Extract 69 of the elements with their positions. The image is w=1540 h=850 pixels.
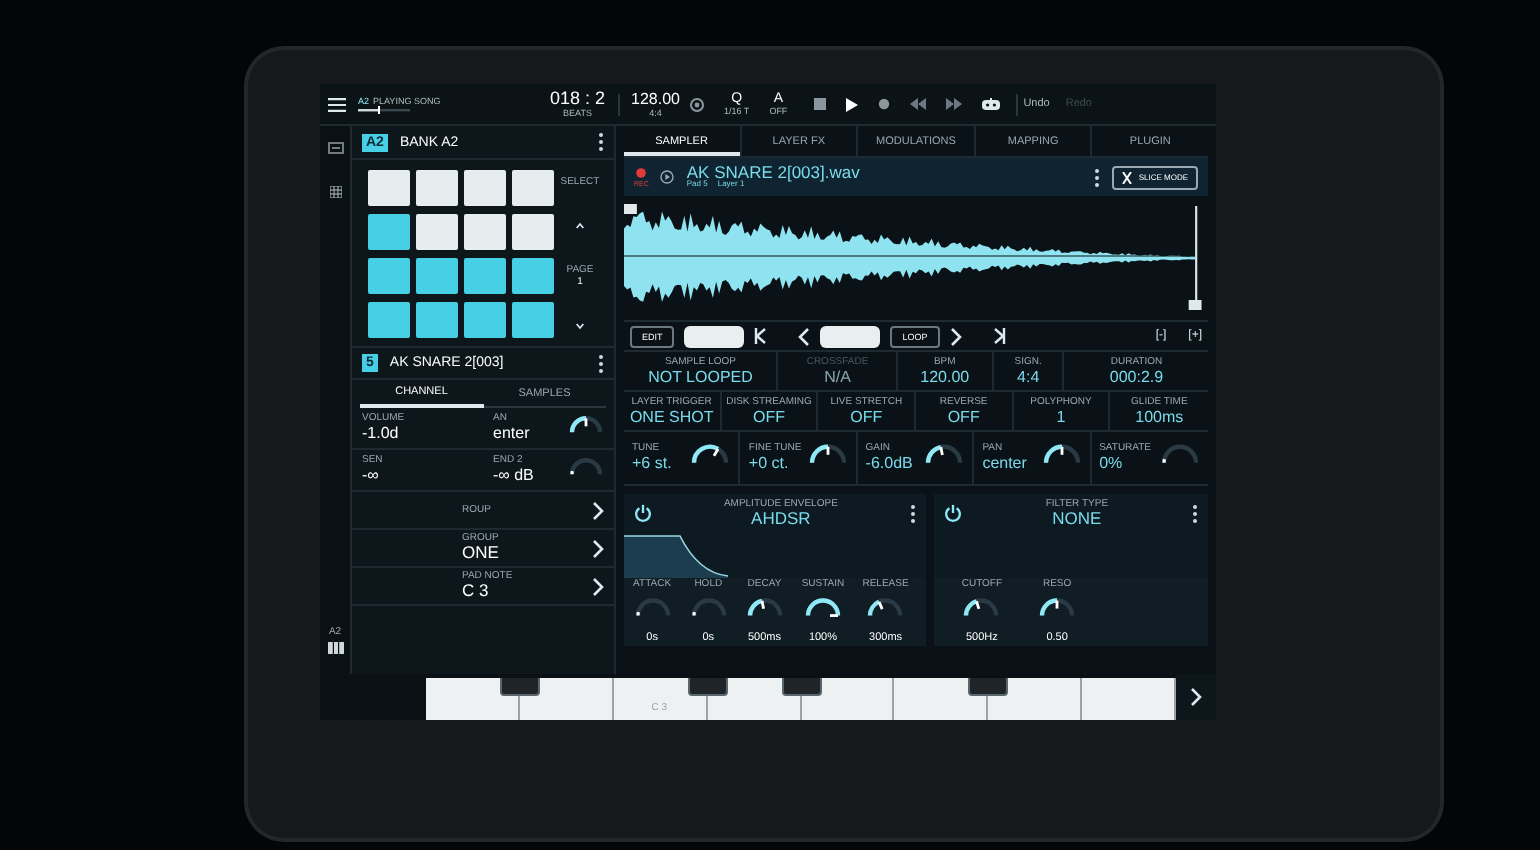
record-icon[interactable] xyxy=(877,98,890,110)
rewind-icon[interactable] xyxy=(909,98,926,110)
kebab-menu-icon[interactable] xyxy=(909,503,916,523)
skip-to-end-icon[interactable] xyxy=(993,328,1006,344)
sharp-key[interactable] xyxy=(687,678,728,696)
play-icon[interactable] xyxy=(845,97,858,111)
chevron-right-icon[interactable] xyxy=(592,501,604,519)
chevron-up-icon[interactable] xyxy=(574,220,586,232)
row-value: C 3 xyxy=(462,582,489,602)
kebab-menu-icon[interactable] xyxy=(1094,167,1101,187)
kebab-menu-icon[interactable] xyxy=(598,132,604,152)
param-value[interactable]: NOT LOOPED xyxy=(648,367,753,387)
param-value[interactable]: 120.00 xyxy=(920,367,970,387)
piano-key[interactable] xyxy=(426,678,520,720)
fast-forward-icon[interactable] xyxy=(945,98,962,110)
keyboard-icon[interactable] xyxy=(327,142,343,154)
next-octave-button[interactable] xyxy=(1176,674,1216,720)
chevron-right-icon[interactable] xyxy=(592,577,604,595)
metronome-icon[interactable] xyxy=(690,97,704,111)
tempo[interactable]: 128.00 xyxy=(631,91,680,107)
blank-button[interactable] xyxy=(820,325,881,347)
panel-type[interactable]: AHDSR xyxy=(751,509,811,529)
stop-icon[interactable] xyxy=(813,98,826,110)
record-dot-icon xyxy=(636,167,647,177)
chevron-down-icon[interactable] xyxy=(574,320,586,332)
skip-to-start-icon[interactable] xyxy=(754,328,767,344)
grid-icon[interactable] xyxy=(329,186,341,198)
controller-icon[interactable] xyxy=(981,98,1000,110)
param-value[interactable]: 000:2.9 xyxy=(1109,367,1164,387)
chevron-right-icon[interactable] xyxy=(949,327,962,345)
param-value[interactable]: ONE SHOT xyxy=(629,407,714,427)
song-position: 018 : 2 xyxy=(550,90,606,108)
sample-file-name: AK SNARE 2[003].wav xyxy=(686,163,860,181)
chevron-left-icon[interactable] xyxy=(798,327,811,345)
param-value[interactable]: -1.0d xyxy=(362,424,399,444)
waveform-drawing[interactable] xyxy=(624,202,1208,314)
knob-value: -6.0dB xyxy=(865,454,913,474)
power-icon[interactable] xyxy=(634,504,652,522)
param-value[interactable]: 1 xyxy=(1056,407,1066,427)
envelope-drawing[interactable] xyxy=(624,532,728,578)
blank-button[interactable] xyxy=(684,325,745,347)
chevron-right-icon[interactable] xyxy=(592,539,604,557)
knob-value: 0% xyxy=(1099,454,1123,474)
song-progress-icon xyxy=(358,105,410,113)
panel-type[interactable]: NONE xyxy=(1052,509,1102,529)
piano-key[interactable] xyxy=(894,678,989,720)
chevron-right-icon xyxy=(1190,688,1202,706)
knob-value: +6 st. xyxy=(632,454,672,474)
param-value[interactable]: OFF xyxy=(947,407,980,427)
kebab-menu-icon[interactable] xyxy=(598,353,604,373)
play-icon[interactable] xyxy=(660,170,675,184)
row-value: ONE xyxy=(462,544,499,564)
sharp-key[interactable] xyxy=(968,678,1009,696)
param-value[interactable]: OFF xyxy=(752,407,785,427)
param-value[interactable]: 100ms xyxy=(1135,407,1184,427)
param-value[interactable]: -∞ xyxy=(362,466,379,486)
sharp-key[interactable] xyxy=(499,678,540,696)
param-value[interactable]: 4:4 xyxy=(1017,367,1040,387)
knob-value: center xyxy=(982,454,1027,474)
piano-icon[interactable] xyxy=(327,642,343,654)
param-value[interactable]: enter xyxy=(493,424,530,444)
kebab-menu-icon[interactable] xyxy=(1192,503,1198,523)
param-value[interactable]: OFF xyxy=(850,407,883,427)
knob-value: +0 ct. xyxy=(748,454,789,474)
param-value[interactable]: -∞ dB xyxy=(493,466,534,486)
menu-icon[interactable] xyxy=(328,97,346,111)
sharp-key[interactable] xyxy=(781,678,821,696)
power-icon[interactable] xyxy=(943,504,962,522)
piano-key[interactable] xyxy=(988,678,1083,720)
